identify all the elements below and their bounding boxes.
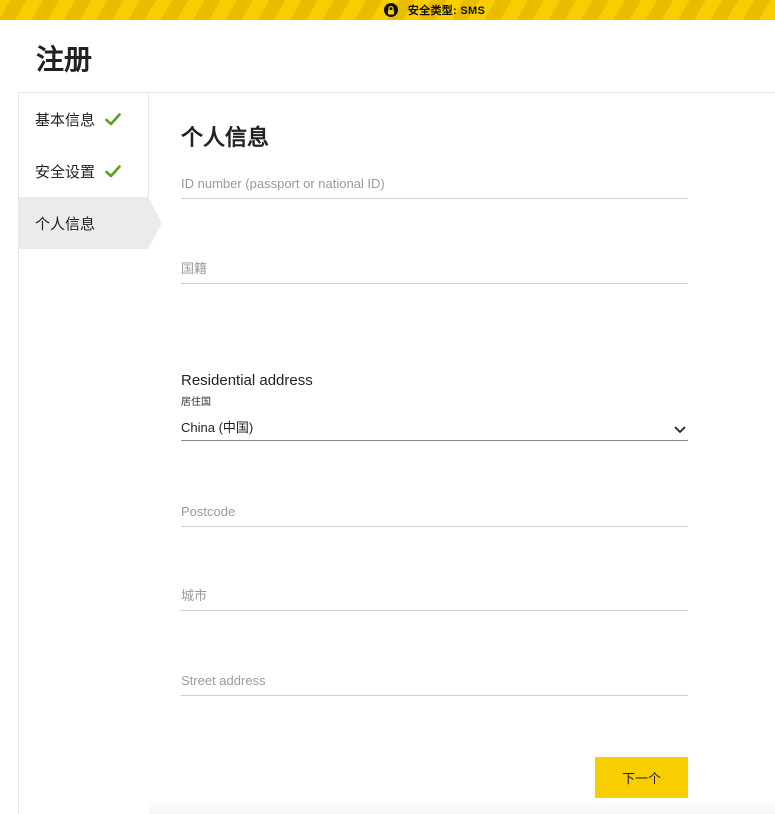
postcode-field-wrapper [181,503,688,527]
security-type-text: 安全类型: SMS [407,5,486,17]
bottom-shade [149,800,775,814]
section-title: 个人信息 [181,125,270,150]
id-number-input[interactable] [181,176,688,195]
check-icon [105,164,121,178]
city-input[interactable] [181,588,688,607]
sidebar-item-label: 基本信息 [35,111,96,129]
city-field-wrapper [181,587,688,611]
postcode-input[interactable] [181,504,688,523]
page-title: 注册 [36,44,93,75]
security-banner-content: 安全类型: SMS [383,2,486,18]
check-icon [105,112,121,126]
nationality-field-wrapper [181,260,688,284]
street-address-field-wrapper [181,672,688,696]
country-select[interactable]: China (中国) [181,417,688,441]
street-address-input[interactable] [181,673,688,692]
step-sidebar: 基本信息 安全设置 个人信息 [19,93,162,249]
residential-address-heading: Residential address [181,372,313,389]
sidebar-item-label: 安全设置 [35,163,96,181]
chevron-down-icon [674,421,686,439]
security-banner: 安全类型: SMS [0,0,775,20]
country-of-residence-label: 居住国 [181,397,211,408]
sidebar-item-personal-info[interactable]: 个人信息 [19,197,162,249]
next-button[interactable]: 下一个 [595,757,688,798]
country-selected-value: China (中国) [181,420,254,435]
id-number-field-wrapper [181,175,688,199]
lock-icon [383,3,398,17]
sidebar-item-label: 个人信息 [35,215,96,233]
nationality-input[interactable] [181,261,688,280]
sidebar-item-basic-info[interactable]: 基本信息 [19,93,149,145]
sidebar-item-security-settings[interactable]: 安全设置 [19,145,149,197]
